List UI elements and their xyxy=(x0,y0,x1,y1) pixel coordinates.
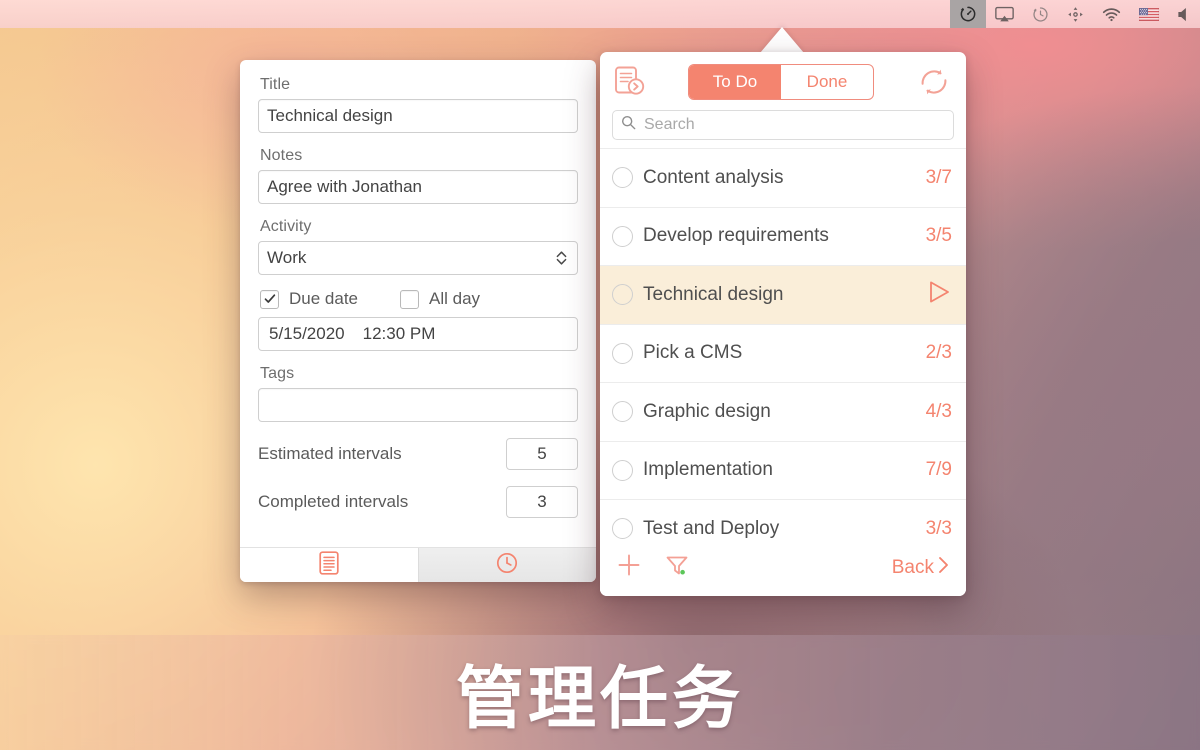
airplay-icon xyxy=(995,6,1014,23)
popover-pointer xyxy=(760,27,804,53)
chevron-right-icon xyxy=(937,555,950,581)
tags-input[interactable] xyxy=(258,388,578,422)
task-checkbox[interactable] xyxy=(612,342,633,364)
title-label: Title xyxy=(260,76,291,93)
move-arrows-icon xyxy=(1067,6,1084,23)
wifi-icon xyxy=(1102,7,1121,22)
due-time-value: 12:30 PM xyxy=(362,324,436,343)
search-icon xyxy=(621,115,636,135)
estimated-intervals-value: 5 xyxy=(537,444,547,463)
task-title: Implementation xyxy=(643,459,773,481)
tags-label: Tags xyxy=(260,365,295,382)
plus-icon xyxy=(616,554,642,582)
task-checkbox[interactable] xyxy=(612,401,633,423)
task-interval-count: 2/3 xyxy=(925,342,952,364)
table-row[interactable]: Content analysis 3/7 xyxy=(600,149,966,208)
time-machine-icon xyxy=(1032,6,1049,23)
completed-intervals-label: Completed intervals xyxy=(258,492,409,511)
popover-footer: Back xyxy=(600,539,966,596)
menubar-item-input-flag[interactable] xyxy=(1130,0,1168,28)
all-day-label: All day xyxy=(429,289,481,308)
due-date-field[interactable]: 5/15/2020 12:30 PM xyxy=(258,317,578,351)
pomodoro-timer-icon xyxy=(959,5,977,23)
menubar-item-pomodoro-timer[interactable] xyxy=(950,0,986,28)
funnel-icon xyxy=(664,556,690,582)
task-title: Pick a CMS xyxy=(643,342,743,364)
table-row[interactable]: Develop requirements 3/5 xyxy=(600,208,966,266)
task-interval-count: 7/9 xyxy=(925,459,952,481)
menubar-item-volume[interactable] xyxy=(1168,0,1200,28)
search-placeholder: Search xyxy=(644,116,695,133)
activity-select[interactable]: Work xyxy=(258,241,578,275)
table-row[interactable]: Implementation 7/9 xyxy=(600,442,966,500)
search-bar: Search xyxy=(600,108,966,148)
all-day-checkbox[interactable] xyxy=(400,289,419,309)
popover-toolbar: To Do Done xyxy=(600,52,966,108)
back-button[interactable]: Back xyxy=(892,555,950,581)
task-checkbox[interactable] xyxy=(612,459,633,481)
completed-intervals-input[interactable]: 3 xyxy=(506,486,578,518)
task-interval-count: 3/5 xyxy=(925,225,952,247)
due-date-checkbox[interactable] xyxy=(260,289,279,309)
start-timer-icon[interactable] xyxy=(926,279,952,310)
notes-input[interactable]: Agree with Jonathan xyxy=(258,170,578,204)
clock-icon xyxy=(496,552,518,579)
task-title: Graphic design xyxy=(643,400,771,422)
task-interval-count: 4/3 xyxy=(925,400,952,422)
completed-intervals-row: Completed intervals 3 xyxy=(258,486,578,518)
back-button-label: Back xyxy=(891,556,934,578)
title-input[interactable]: Technical design xyxy=(258,99,578,133)
estimated-intervals-row: Estimated intervals 5 xyxy=(258,438,578,470)
task-interval-count: 3/7 xyxy=(925,166,952,188)
segment-done[interactable]: Done xyxy=(781,65,873,99)
chevron-updown-icon xyxy=(556,249,567,267)
task-detail-window: Title Technical design Notes Agree with … xyxy=(240,60,596,582)
todo-done-segmented-control: To Do Done xyxy=(688,64,874,100)
activity-select-value: Work xyxy=(267,248,307,267)
task-interval-count: 3/3 xyxy=(925,517,952,539)
activity-label: Activity xyxy=(260,218,312,235)
task-list: Content analysis 3/7 Develop requirement… xyxy=(600,148,966,559)
filter-button[interactable] xyxy=(664,552,690,583)
task-title: Technical design xyxy=(643,283,784,305)
task-checkbox[interactable] xyxy=(612,518,633,540)
task-checkbox[interactable] xyxy=(612,167,633,189)
add-task-button[interactable] xyxy=(616,552,642,583)
menu-bar xyxy=(0,0,1200,28)
table-row[interactable]: Technical design xyxy=(600,266,966,325)
notes-input-value: Agree with Jonathan xyxy=(267,177,422,196)
due-date-label: Due date xyxy=(289,289,358,308)
search-input[interactable]: Search xyxy=(612,110,954,140)
task-title: Develop requirements xyxy=(643,225,829,247)
estimated-intervals-label: Estimated intervals xyxy=(258,444,402,463)
task-title: Content analysis xyxy=(643,166,784,188)
screen: Title Technical design Notes Agree with … xyxy=(0,0,1200,750)
menubar-item-spaces[interactable] xyxy=(1058,0,1093,28)
segment-todo[interactable]: To Do xyxy=(689,65,781,99)
tab-details[interactable] xyxy=(240,548,418,582)
table-row[interactable]: Graphic design 4/3 xyxy=(600,383,966,442)
menubar-item-time-machine[interactable] xyxy=(1023,0,1058,28)
menubar-item-airplay[interactable] xyxy=(986,0,1023,28)
volume-icon xyxy=(1177,7,1191,22)
caption-text: 管理任务 xyxy=(455,660,744,739)
document-forward-icon[interactable] xyxy=(612,64,648,100)
detail-tab-bar xyxy=(240,547,596,582)
document-icon xyxy=(319,550,339,580)
title-input-value: Technical design xyxy=(267,106,393,125)
task-checkbox[interactable] xyxy=(612,225,633,247)
us-flag-icon xyxy=(1139,7,1159,21)
task-list-popover: To Do Done Search Content analysis 3/7 D… xyxy=(600,52,966,596)
table-row[interactable]: Pick a CMS 2/3 xyxy=(600,325,966,383)
checkmark-icon xyxy=(264,294,275,303)
menubar-item-wifi[interactable] xyxy=(1093,0,1130,28)
notes-label: Notes xyxy=(260,147,303,164)
completed-intervals-value: 3 xyxy=(537,492,547,511)
due-date-value: 5/15/2020 xyxy=(269,324,345,343)
sync-icon[interactable] xyxy=(914,62,954,102)
task-checkbox[interactable] xyxy=(612,284,633,306)
estimated-intervals-input[interactable]: 5 xyxy=(506,438,578,470)
task-title: Test and Deploy xyxy=(643,517,780,539)
tab-history[interactable] xyxy=(417,548,596,582)
